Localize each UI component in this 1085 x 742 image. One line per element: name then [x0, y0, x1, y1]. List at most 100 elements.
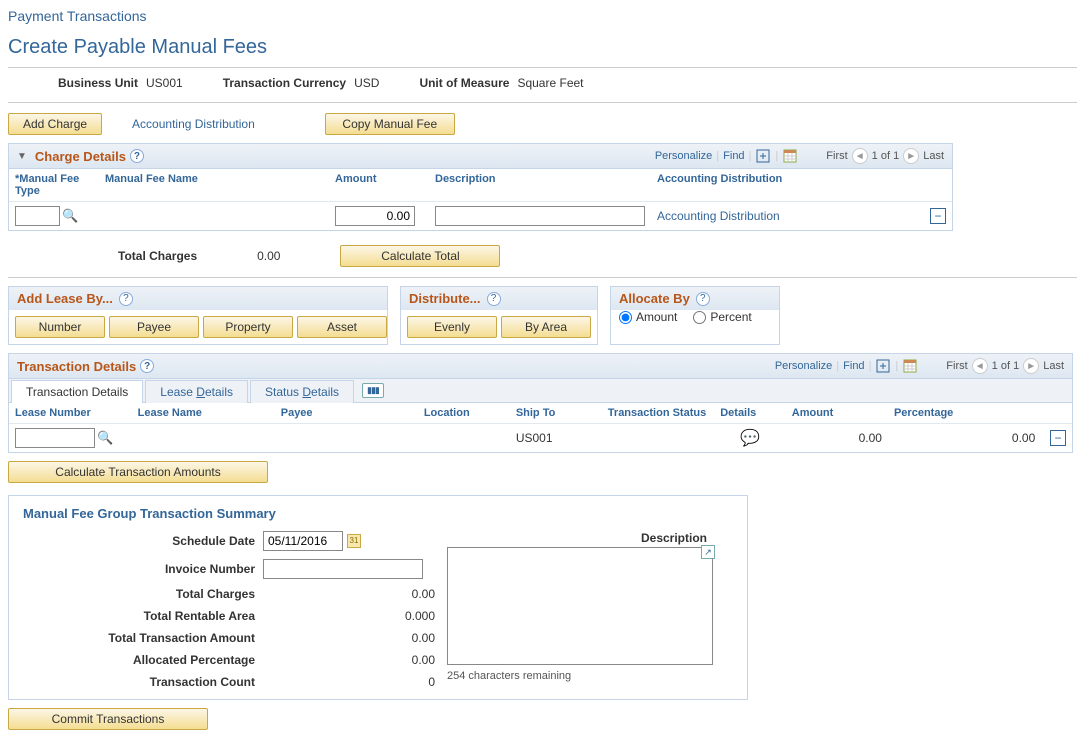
transaction-currency-label: Transaction Currency — [223, 76, 346, 90]
help-icon[interactable]: ? — [119, 292, 133, 306]
manual-fee-type-input[interactable] — [15, 206, 60, 226]
col-location: Location — [418, 403, 510, 424]
range-label: 1 of 1 — [872, 150, 900, 162]
by-area-button[interactable]: By Area — [501, 316, 591, 338]
number-button[interactable]: Number — [15, 316, 105, 338]
charge-details-section: ▼ Charge Details ? Personalize | Find | … — [8, 143, 953, 231]
help-icon[interactable]: ? — [696, 292, 710, 306]
accounting-distribution-link[interactable]: Accounting Distribution — [132, 117, 255, 131]
delete-row-icon[interactable]: − — [930, 208, 946, 224]
amount-value: 0.00 — [786, 424, 888, 453]
col-details: Details — [714, 403, 786, 424]
total-charges-value: 0.00 — [263, 587, 443, 601]
calculate-transaction-amounts-button[interactable]: Calculate Transaction Amounts — [8, 461, 268, 483]
help-icon[interactable]: ? — [487, 292, 501, 306]
personalize-link[interactable]: Personalize — [775, 360, 832, 372]
breadcrumb[interactable]: Payment Transactions — [8, 4, 1077, 28]
schedule-date-input[interactable] — [263, 531, 343, 551]
first-label: First — [946, 360, 967, 372]
prev-arrow-icon[interactable]: ◄ — [972, 358, 988, 374]
col-ship-to: Ship To — [510, 403, 602, 424]
lease-number-input[interactable] — [15, 428, 95, 448]
table-row: 🔍 US001 💬 0.00 0.00 − — [9, 424, 1072, 453]
collapse-icon[interactable]: ▼ — [17, 151, 27, 162]
schedule-date-label: Schedule Date — [23, 534, 263, 548]
property-button[interactable]: Property — [203, 316, 293, 338]
asset-button[interactable]: Asset — [297, 316, 387, 338]
last-label: Last — [923, 150, 944, 162]
personalize-link[interactable]: Personalize — [655, 150, 712, 162]
transaction-details-title: Transaction Details — [17, 359, 136, 374]
page-title: Create Payable Manual Fees — [8, 28, 1077, 63]
expand-textarea-icon[interactable]: ↗ — [701, 545, 715, 559]
divider — [8, 102, 1077, 103]
calendar-icon[interactable]: 31 — [347, 534, 361, 548]
lookup-icon[interactable]: 🔍 — [62, 208, 78, 224]
allocated-percentage-label: Allocated Percentage — [23, 653, 263, 667]
invoice-number-label: Invoice Number — [23, 562, 263, 576]
description-input[interactable] — [435, 206, 645, 226]
last-label: Last — [1043, 360, 1064, 372]
copy-manual-fee-button[interactable]: Copy Manual Fee — [325, 113, 455, 135]
charge-details-title: Charge Details — [35, 149, 126, 164]
add-lease-by-title: Add Lease By... — [17, 291, 113, 306]
tab-lease-details[interactable]: Lease Details — [145, 380, 248, 403]
col-description: Description — [429, 169, 651, 202]
evenly-button[interactable]: Evenly — [407, 316, 497, 338]
col-amount: Amount — [329, 169, 429, 202]
range-label: 1 of 1 — [992, 360, 1020, 372]
download-icon[interactable] — [902, 358, 918, 374]
tab-status-details[interactable]: Status Details — [250, 380, 354, 403]
total-rentable-area-label: Total Rentable Area — [23, 609, 263, 623]
commit-transactions-button[interactable]: Commit Transactions — [8, 708, 208, 730]
summary-title: Manual Fee Group Transaction Summary — [23, 506, 733, 521]
add-charge-button[interactable]: Add Charge — [8, 113, 102, 135]
charge-details-grid: *Manual Fee Type Manual Fee Name Amount … — [9, 169, 952, 230]
col-amount: Amount — [786, 403, 888, 424]
total-transaction-amount-value: 0.00 — [263, 631, 443, 645]
business-unit-value: US001 — [146, 76, 183, 90]
col-payee: Payee — [275, 403, 418, 424]
divider — [8, 277, 1077, 278]
download-icon[interactable] — [782, 148, 798, 164]
lookup-icon[interactable]: 🔍 — [97, 430, 113, 446]
help-icon[interactable]: ? — [140, 359, 154, 373]
calculate-total-button[interactable]: Calculate Total — [340, 245, 500, 267]
next-arrow-icon[interactable]: ► — [903, 148, 919, 164]
description-textarea[interactable] — [447, 547, 713, 665]
total-rentable-area-value: 0.000 — [263, 609, 443, 623]
info-row: Business Unit US001 Transaction Currency… — [8, 76, 1077, 98]
allocate-percent-radio[interactable]: Percent — [693, 310, 751, 324]
distribute-title: Distribute... — [409, 291, 481, 306]
col-transaction-status: Transaction Status — [602, 403, 714, 424]
accounting-distribution-row-link[interactable]: Accounting Distribution — [657, 209, 780, 223]
prev-arrow-icon[interactable]: ◄ — [852, 148, 868, 164]
unit-of-measure-label: Unit of Measure — [419, 76, 509, 90]
payee-button[interactable]: Payee — [109, 316, 199, 338]
details-comment-icon[interactable]: 💬 — [740, 430, 760, 447]
invoice-number-input[interactable] — [263, 559, 423, 579]
characters-remaining: 254 characters remaining — [447, 670, 571, 682]
first-label: First — [826, 150, 847, 162]
divider — [8, 67, 1077, 68]
total-charges-label: Total Charges — [18, 249, 197, 263]
next-arrow-icon[interactable]: ► — [1023, 358, 1039, 374]
show-all-columns-icon[interactable]: ▮▮▮ — [362, 383, 384, 398]
allocated-percentage-value: 0.00 — [263, 653, 443, 667]
delete-row-icon[interactable]: − — [1050, 430, 1066, 446]
zoom-icon[interactable] — [755, 148, 771, 164]
allocate-amount-radio[interactable]: Amount — [619, 310, 677, 324]
col-manual-fee-name: Manual Fee Name — [99, 169, 329, 202]
col-percentage: Percentage — [888, 403, 1041, 424]
amount-input[interactable] — [335, 206, 415, 226]
transaction-details-section: Transaction Details ? Personalize | Find… — [8, 353, 1073, 453]
zoom-icon[interactable] — [875, 358, 891, 374]
find-link[interactable]: Find — [723, 150, 744, 162]
add-lease-by-panel: Add Lease By... ? Number Payee Property … — [8, 286, 388, 345]
allocate-by-title: Allocate By — [619, 291, 690, 306]
col-lease-name: Lease Name — [132, 403, 275, 424]
help-icon[interactable]: ? — [130, 149, 144, 163]
tab-transaction-details[interactable]: Transaction Details — [11, 380, 143, 403]
find-link[interactable]: Find — [843, 360, 864, 372]
distribute-panel: Distribute... ? Evenly By Area — [400, 286, 598, 345]
